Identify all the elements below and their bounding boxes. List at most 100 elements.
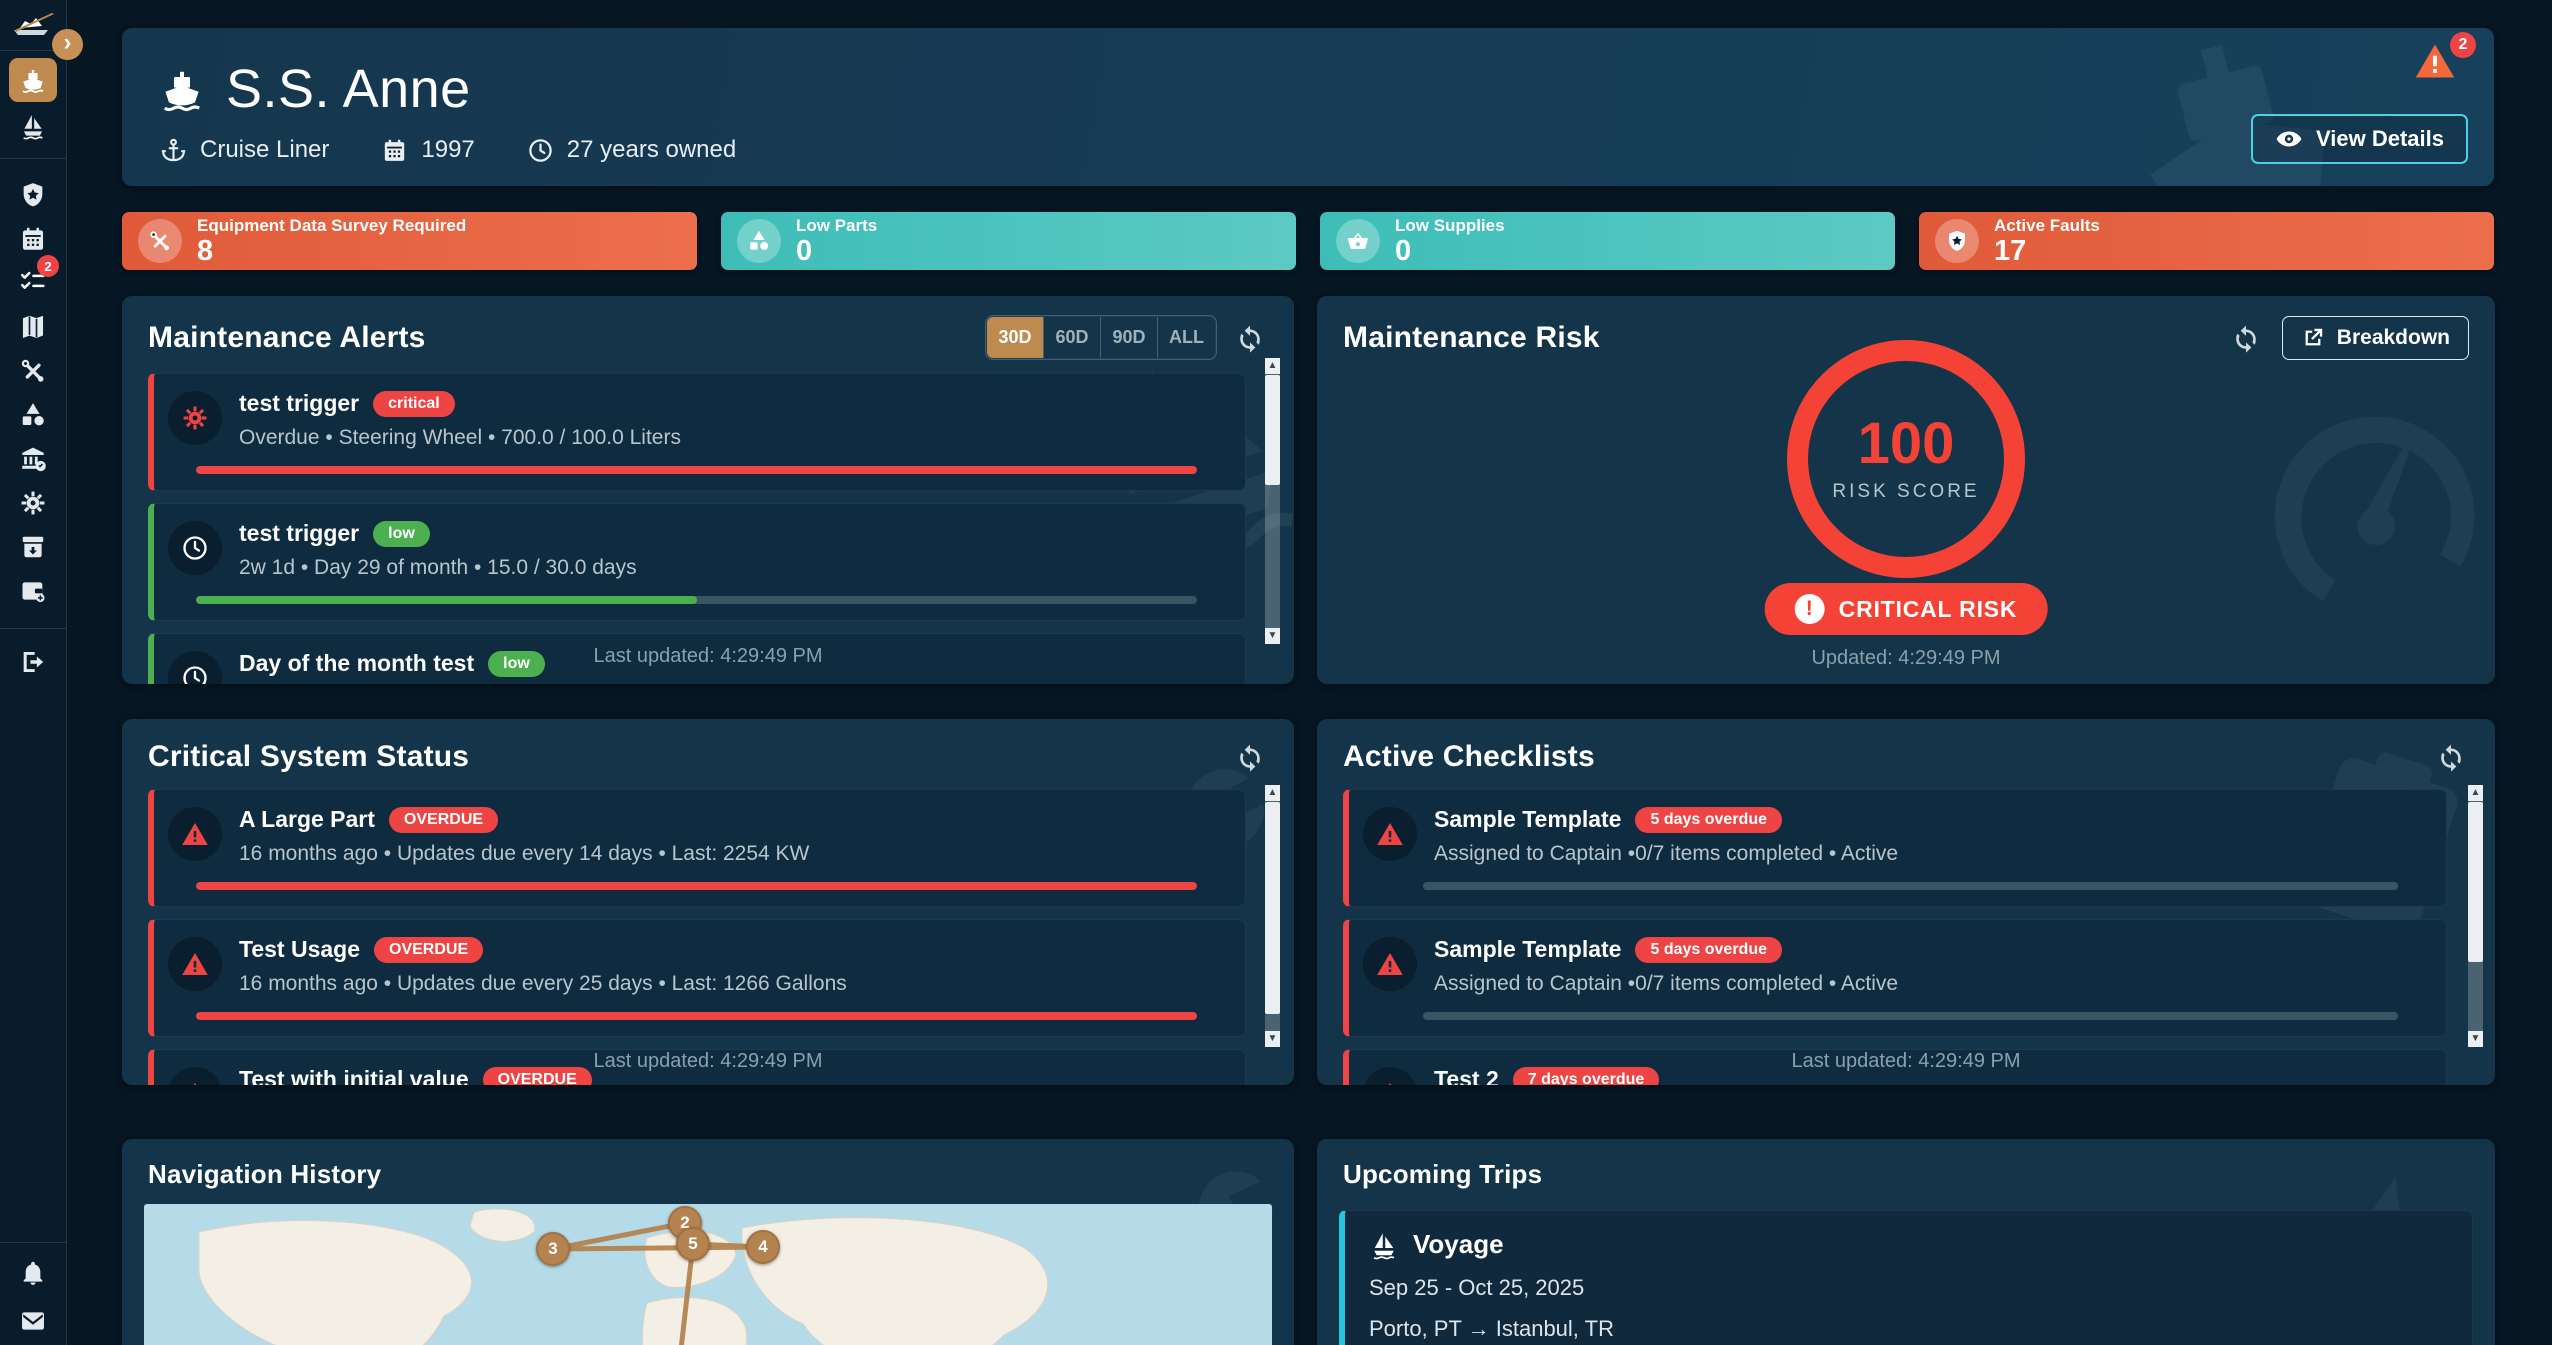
route-marker[interactable]: 5 <box>676 1227 710 1261</box>
overdue-badge: 5 days overdue <box>1635 806 1782 833</box>
alert-details: Overdue • Steering Wheel • 700.0 / 100.0… <box>239 426 681 449</box>
alert-item[interactable]: test trigger low 2w 1d • Day 29 of month… <box>148 503 1246 621</box>
sidebar-item-maintenance[interactable] <box>9 349 57 393</box>
alert-title: test trigger <box>239 390 360 416</box>
stat-label: Low Supplies <box>1395 216 1505 235</box>
sidebar-item-compliance[interactable] <box>9 437 57 481</box>
stat-value: 0 <box>796 234 813 267</box>
stat-low-parts[interactable]: Low Parts 0 <box>721 212 1296 270</box>
trip-route: Porto, PT → Istanbul, TR <box>1369 1316 1614 1341</box>
alert-count-badge: 2 <box>2450 32 2476 58</box>
alerts-range-tabs: 30D 60D 90D ALL <box>985 315 1217 360</box>
sidebar-divider <box>0 158 67 159</box>
sidebar-item-finance[interactable] <box>9 569 57 613</box>
warning-triangle-icon <box>1363 807 1417 861</box>
severity-badge: low <box>373 520 430 547</box>
sidebar-divider <box>0 628 67 629</box>
stat-low-supplies[interactable]: Low Supplies 0 <box>1320 212 1895 270</box>
sidebar-item-safety[interactable] <box>9 173 57 217</box>
stat-value: 0 <box>1395 234 1412 267</box>
checklist-item[interactable]: Sample Template 5 days overdue Assigned … <box>1343 919 2447 1037</box>
sidebar-expand-button[interactable]: › <box>52 29 83 60</box>
scrollbar[interactable]: ▲ ▼ <box>1265 785 1280 1047</box>
sidebar-item-settings[interactable] <box>9 481 57 525</box>
warning-triangle-icon <box>1363 937 1417 991</box>
shield-icon <box>1935 219 1979 263</box>
breakdown-button[interactable]: Breakdown <box>2281 316 2469 360</box>
sidebar: › 2 <box>0 0 83 1345</box>
maintenance-risk-panel: Maintenance Risk Breakdown 100 RISK SCOR… <box>1317 296 2495 684</box>
refresh-button[interactable] <box>1232 739 1268 775</box>
stat-label: Equipment Data Survey Required <box>197 216 467 235</box>
sidebar-item-logbook[interactable] <box>9 305 57 349</box>
sidebar-item-archive[interactable] <box>9 525 57 569</box>
world-map[interactable]: 2 3 5 4 <box>144 1204 1272 1345</box>
refresh-button[interactable] <box>2228 320 2264 356</box>
clock-icon <box>168 521 222 575</box>
stat-value: 8 <box>197 234 214 267</box>
route-marker[interactable]: 3 <box>536 1232 570 1266</box>
progress-bar <box>1423 1012 2398 1020</box>
trip-card[interactable]: Voyage Sep 25 - Oct 25, 2025 Porto, PT →… <box>1339 1210 2473 1345</box>
sidebar-item-vessel[interactable] <box>9 58 57 102</box>
vessel-header: S.S. Anne Cruise Liner 1997 27 years own… <box>122 28 2494 186</box>
panel-title: Maintenance Alerts <box>148 320 426 354</box>
risk-updated: Updated: 4:29:49 PM <box>1811 647 2001 669</box>
maintenance-alerts-panel: Maintenance Alerts 30D 60D 90D ALL test … <box>122 296 1294 684</box>
checklist-item[interactable]: Sample Template 5 days overdue Assigned … <box>1343 789 2447 907</box>
scrollbar[interactable]: ▲ ▼ <box>1265 358 1280 644</box>
sidebar-item-notifications[interactable] <box>9 1251 57 1295</box>
anchor-icon <box>161 138 186 161</box>
view-details-button[interactable]: View Details <box>2251 114 2468 164</box>
active-checklists-panel: Active Checklists Sample Template 5 days… <box>1317 719 2495 1085</box>
sidebar-item-inventory[interactable] <box>9 393 57 437</box>
progress-bar <box>196 596 1197 604</box>
vessel-ownership: 27 years owned <box>527 136 736 164</box>
app-logo[interactable] <box>8 6 60 42</box>
item-title: Test Usage <box>239 936 361 962</box>
checklist-title: Sample Template <box>1434 806 1622 832</box>
overdue-badge: OVERDUE <box>374 936 484 963</box>
alert-details: 2w 1d • Day 29 of month • 15.0 / 30.0 da… <box>239 556 637 579</box>
open-in-new-icon <box>2305 328 2322 346</box>
last-updated: Last updated: 4:29:49 PM <box>1791 1050 2021 1072</box>
stat-equipment-survey[interactable]: Equipment Data Survey Required 8 <box>122 212 697 270</box>
item-details: 16 months ago • Updates due every 14 day… <box>239 842 810 865</box>
sidebar-item-messages[interactable] <box>9 1299 57 1343</box>
tab-all[interactable]: ALL <box>1158 317 1215 358</box>
sailboat-icon <box>1373 1231 1395 1259</box>
panel-title: Critical System Status <box>148 740 470 773</box>
system-status-item[interactable]: Test Usage OVERDUE 16 months ago • Updat… <box>148 919 1246 1037</box>
alert-item[interactable]: test trigger critical Overdue • Steering… <box>148 373 1246 491</box>
route-marker[interactable]: 4 <box>746 1230 780 1264</box>
header-alert-indicator[interactable]: 2 <box>2412 32 2476 86</box>
vessel-type: Cruise Liner <box>160 136 329 164</box>
trip-dates: Sep 25 - Oct 25, 2025 <box>1369 1275 1585 1300</box>
panel-title: Active Checklists <box>1343 740 1595 773</box>
tab-90d[interactable]: 90D <box>1101 317 1158 358</box>
tab-30d[interactable]: 30D <box>987 317 1044 358</box>
gauge-watermark <box>2218 349 2495 652</box>
ship-icon <box>163 70 201 112</box>
alert-title: test trigger <box>239 520 360 546</box>
sidebar-item-fleet[interactable] <box>9 104 57 148</box>
progress-bar <box>196 882 1197 890</box>
severity-badge: critical <box>373 390 455 417</box>
sidebar-item-checklists[interactable]: 2 <box>9 255 59 303</box>
tab-60d[interactable]: 60D <box>1044 317 1101 358</box>
sidebar-item-logout[interactable] <box>9 640 57 684</box>
progress-bar <box>196 1012 1197 1020</box>
scrollbar[interactable]: ▲ ▼ <box>2468 785 2483 1047</box>
checklist-count-badge: 2 <box>37 255 59 277</box>
app-root: › 2 S.S. Anne Cruise Liner 1997 27 years… <box>0 0 2552 1345</box>
warning-triangle-icon <box>168 807 222 861</box>
critical-risk-badge[interactable]: ! CRITICAL RISK <box>1764 583 2048 635</box>
refresh-button[interactable] <box>1232 320 1268 356</box>
panel-title: Navigation History <box>148 1159 382 1189</box>
item-title: A Large Part <box>239 806 375 832</box>
stat-active-faults[interactable]: Active Faults 17 <box>1919 212 2494 270</box>
overdue-badge: OVERDUE <box>388 806 499 833</box>
stat-value: 17 <box>1994 234 2027 267</box>
system-status-item[interactable]: A Large Part OVERDUE 16 months ago • Upd… <box>148 789 1246 907</box>
refresh-button[interactable] <box>2433 739 2469 775</box>
